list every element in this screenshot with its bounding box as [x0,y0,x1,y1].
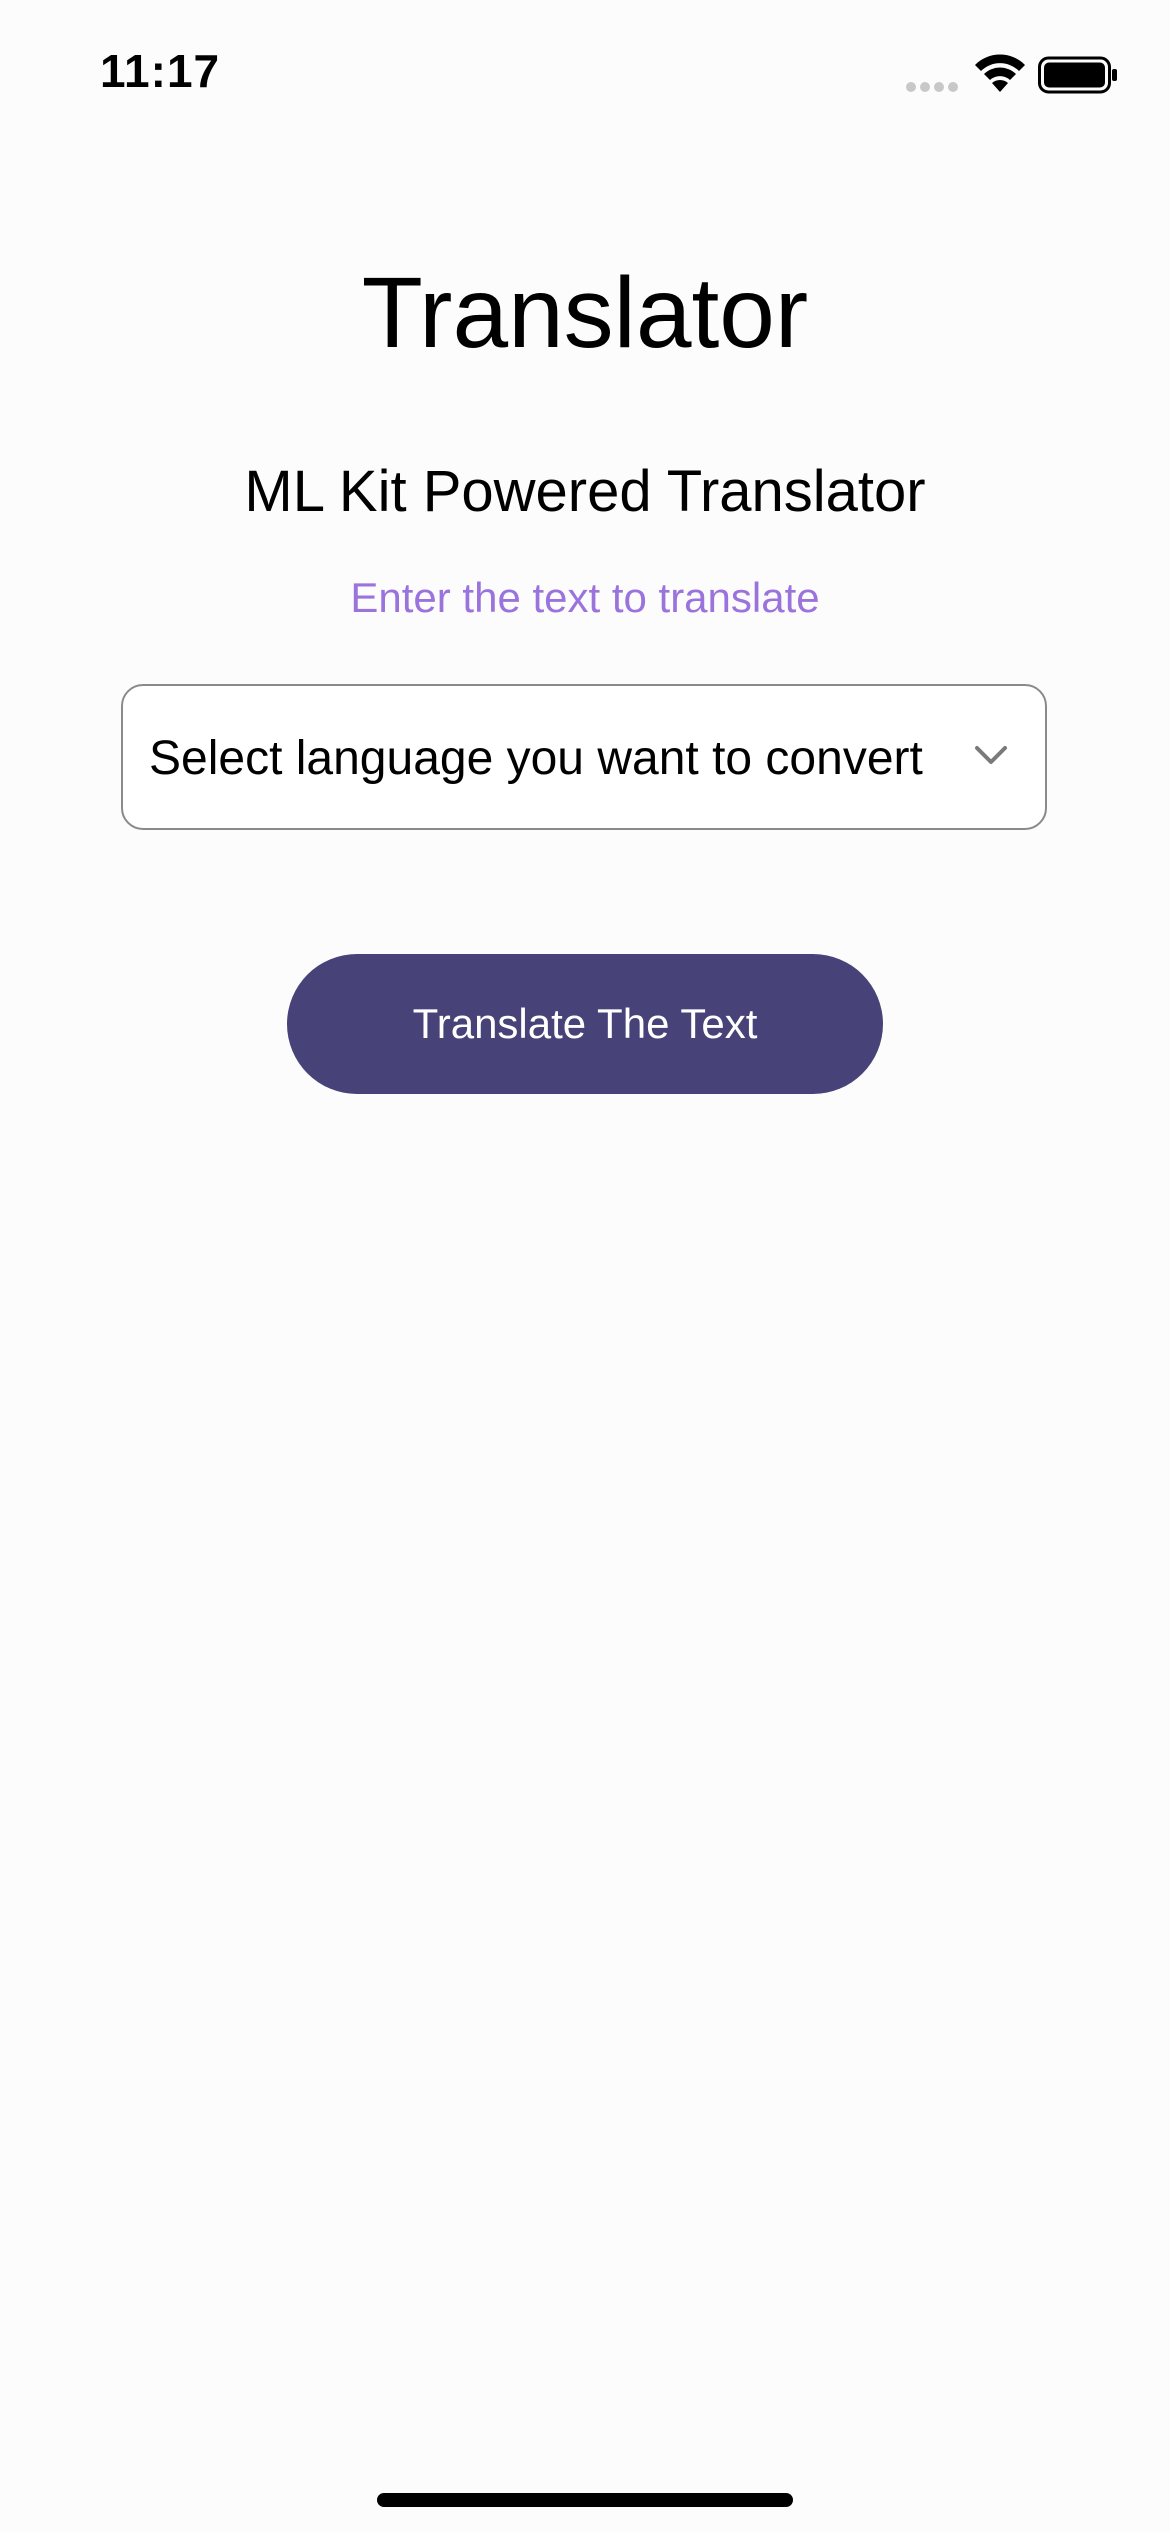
status-time: 11:17 [100,45,221,97]
hint-text: Enter the text to translate [350,574,820,621]
wifi-icon [975,54,1025,92]
language-select-label: Select language you want to convert [149,732,923,785]
language-select-dropdown[interactable]: Select language you want to convert [121,684,1047,830]
chevron-down-icon [975,746,1007,764]
battery-icon [1038,56,1117,94]
home-indicator[interactable] [377,2493,793,2507]
page-title: Translator [361,257,809,369]
signal-icon [906,82,958,92]
translate-button[interactable]: Translate The Text [287,954,883,1094]
subtitle: ML Kit Powered Translator [244,459,926,524]
status-bar: 11:17 [0,0,1170,150]
